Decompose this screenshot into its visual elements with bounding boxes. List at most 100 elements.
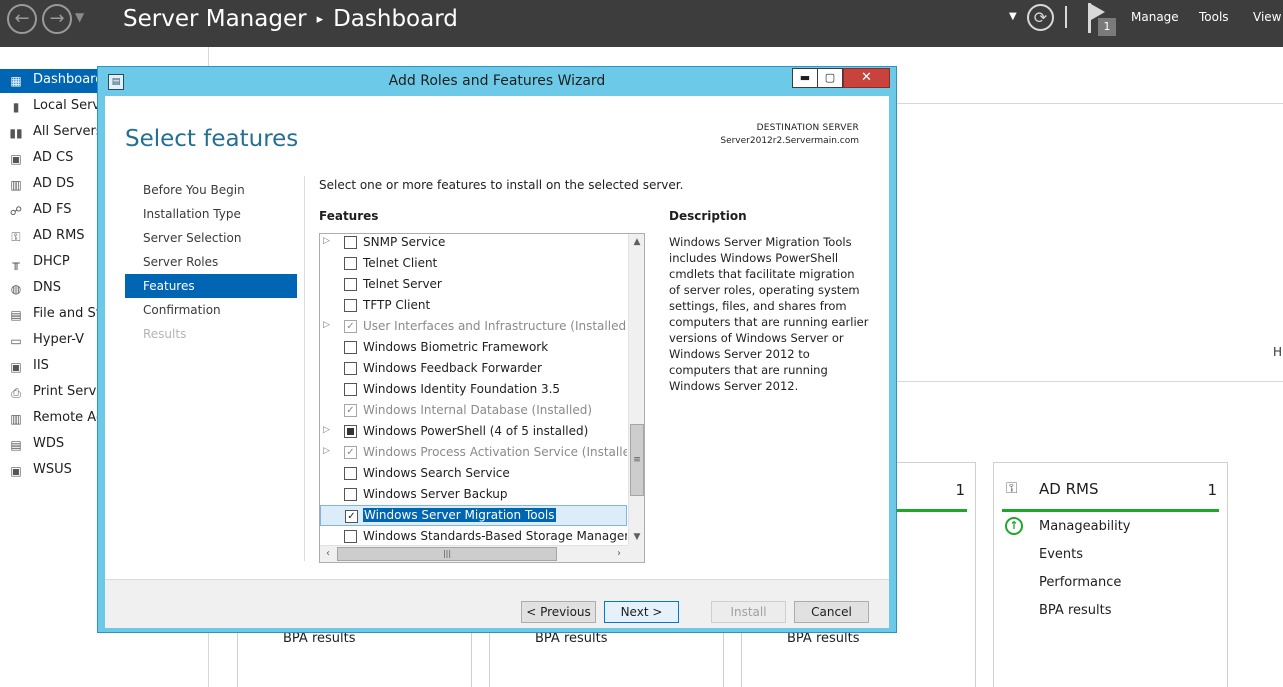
print-icon: ⎙	[11, 386, 21, 400]
wizard-titlebar[interactable]: ▤ Add Roles and Features Wizard ▬ ▢ ✕	[98, 67, 896, 96]
feature-checkbox[interactable]	[344, 236, 357, 249]
feature-label: Windows Server Migration Tools	[363, 508, 556, 522]
feature-label: Windows Search Service	[363, 466, 510, 480]
feature-checkbox[interactable]	[344, 278, 357, 291]
view-menu[interactable]: View	[1253, 10, 1281, 24]
scroll-up-icon[interactable]: ▲	[629, 234, 644, 250]
scroll-left-icon[interactable]: ‹	[320, 546, 336, 562]
step-features[interactable]: Features	[125, 274, 297, 298]
feature-label: Windows Standards-Based Storage Manageme…	[363, 529, 627, 543]
remote-access-icon: ▥	[10, 412, 22, 426]
bpa-results-link[interactable]: BPA results	[787, 631, 860, 646]
wizard-title: Add Roles and Features Wizard	[388, 73, 606, 89]
expand-arrow-icon[interactable]: ▷	[323, 446, 330, 456]
step-server-selection[interactable]: Server Selection	[125, 226, 297, 250]
step-confirmation[interactable]: Confirmation	[125, 298, 297, 322]
section-divider	[896, 381, 1283, 382]
scroll-thumb[interactable]: ≡	[630, 424, 644, 496]
feature-checkbox[interactable]	[344, 467, 357, 480]
scroll-down-icon[interactable]: ▼	[629, 529, 644, 545]
forward-arrow-icon[interactable]: →	[42, 4, 72, 34]
maximize-button[interactable]: ▢	[817, 68, 843, 88]
history-dropdown-icon[interactable]: ▼	[75, 10, 84, 24]
role-tile-ad-rms[interactable]: ⚿ AD RMS 1 ↑ Manageability Events Perfor…	[993, 462, 1228, 687]
feature-row[interactable]: Windows Identity Foundation 3.5	[320, 379, 627, 400]
feature-row[interactable]: ✓ Windows Server Migration Tools	[320, 505, 627, 526]
features-tree[interactable]: ▷ SNMP Service Telnet Client Telnet Server T…	[319, 233, 645, 563]
feature-checkbox[interactable]	[344, 257, 357, 270]
feature-label: SNMP Service	[363, 235, 446, 249]
feature-row[interactable]: Windows Standards-Based Storage Manageme…	[320, 526, 627, 545]
feature-row[interactable]: ▷ ✓ Windows Process Activation Service (In…	[320, 442, 627, 463]
feature-row[interactable]: Windows Search Service	[320, 463, 627, 484]
feature-checkbox[interactable]	[344, 299, 357, 312]
tile-title: AD RMS	[1039, 480, 1099, 498]
feature-row[interactable]: Windows Server Backup	[320, 484, 627, 505]
feature-checkbox[interactable]	[344, 362, 357, 375]
vertical-scrollbar[interactable]: ▲ ≡ ▼	[628, 234, 644, 545]
add-roles-wizard-window: ▤ Add Roles and Features Wizard ▬ ▢ ✕ Se…	[97, 66, 897, 633]
description-text: Windows Server Migration Tools includes …	[669, 235, 869, 393]
previous-button[interactable]: < Previous	[521, 601, 596, 623]
dns-icon: ◍	[10, 282, 22, 296]
hide-link[interactable]: H	[1273, 345, 1282, 359]
feature-row[interactable]: ▷ ✓ User Interfaces and Infrastructure (In…	[320, 316, 627, 337]
scroll-right-icon[interactable]: ›	[611, 546, 627, 562]
feature-checkbox[interactable]	[344, 530, 357, 543]
adds-icon: ▥	[10, 178, 22, 192]
performance-link[interactable]: Performance	[1039, 575, 1121, 590]
wsus-icon: ▣	[10, 464, 22, 478]
next-button[interactable]: Next >	[604, 601, 679, 623]
refresh-icon[interactable]: ⟳	[1027, 4, 1054, 31]
feature-checkbox[interactable]	[344, 425, 357, 438]
feature-row[interactable]: ✓ Windows Internal Database (Installed)	[320, 400, 627, 421]
feature-label: Windows Server Backup	[363, 487, 508, 501]
feature-checkbox[interactable]: ✓	[345, 510, 358, 523]
features-list: ▷ SNMP Service Telnet Client Telnet Server T…	[320, 234, 627, 545]
destination-server-label: DESTINATION SERVER	[756, 123, 859, 133]
feature-label: Windows Identity Foundation 3.5	[363, 382, 561, 396]
expand-arrow-icon[interactable]: ▷	[323, 320, 330, 330]
tile-status-bar	[1002, 509, 1219, 512]
bpa-results-link[interactable]: BPA results	[283, 631, 356, 646]
feature-row[interactable]: Telnet Client	[320, 253, 627, 274]
back-arrow-icon[interactable]: ←	[7, 4, 37, 34]
events-link[interactable]: Events	[1039, 547, 1083, 562]
feature-checkbox[interactable]	[344, 341, 357, 354]
horizontal-scrollbar[interactable]: ‹ ||| ›	[320, 545, 628, 562]
feature-checkbox[interactable]	[344, 488, 357, 501]
app-title: Server Manager ▸ Dashboard	[123, 6, 458, 32]
feature-row[interactable]: ▷ SNMP Service	[320, 234, 627, 253]
feature-row[interactable]: Windows Feedback Forwarder	[320, 358, 627, 379]
step-installation-type[interactable]: Installation Type	[125, 202, 297, 226]
feature-checkbox[interactable]	[344, 383, 357, 396]
breadcrumb-separator: ▸	[316, 12, 324, 27]
hyperv-icon: ▭	[10, 334, 22, 348]
manage-menu[interactable]: Manage	[1131, 10, 1179, 24]
expand-arrow-icon[interactable]: ▷	[323, 236, 330, 246]
iis-icon: ▣	[10, 360, 22, 374]
feature-label: Windows Biometric Framework	[363, 340, 549, 354]
destination-server-value: Server2012r2.Servermain.com	[720, 136, 859, 146]
wizard-content: Select features DESTINATION SERVER Serve…	[105, 96, 889, 628]
expand-arrow-icon[interactable]: ▷	[323, 425, 330, 435]
step-server-roles[interactable]: Server Roles	[125, 250, 297, 274]
feature-row[interactable]: Telnet Server	[320, 274, 627, 295]
minimize-button[interactable]: ▬	[792, 68, 818, 88]
feature-row[interactable]: ▷ Windows PowerShell (4 of 5 installed)	[320, 421, 627, 442]
feature-label: Telnet Server	[363, 277, 442, 291]
close-button[interactable]: ✕	[843, 68, 890, 88]
feature-row[interactable]: Windows Biometric Framework	[320, 337, 627, 358]
bpa-results-link[interactable]: BPA results	[535, 631, 608, 646]
cancel-button[interactable]: Cancel	[794, 601, 869, 623]
refresh-dropdown-icon[interactable]: ▼	[1009, 11, 1017, 22]
manageability-link[interactable]: Manageability	[1039, 519, 1130, 534]
horizontal-scroll-thumb[interactable]: |||	[337, 547, 557, 561]
dhcp-icon: ╥	[12, 256, 20, 270]
step-before-you-begin[interactable]: Before You Begin	[125, 178, 297, 202]
tools-menu[interactable]: Tools	[1199, 10, 1229, 24]
adfs-icon: ☍	[9, 204, 23, 218]
bpa-results-link[interactable]: BPA results	[1039, 603, 1112, 618]
feature-label: Windows PowerShell (4 of 5 installed)	[363, 424, 589, 438]
feature-row[interactable]: TFTP Client	[320, 295, 627, 316]
